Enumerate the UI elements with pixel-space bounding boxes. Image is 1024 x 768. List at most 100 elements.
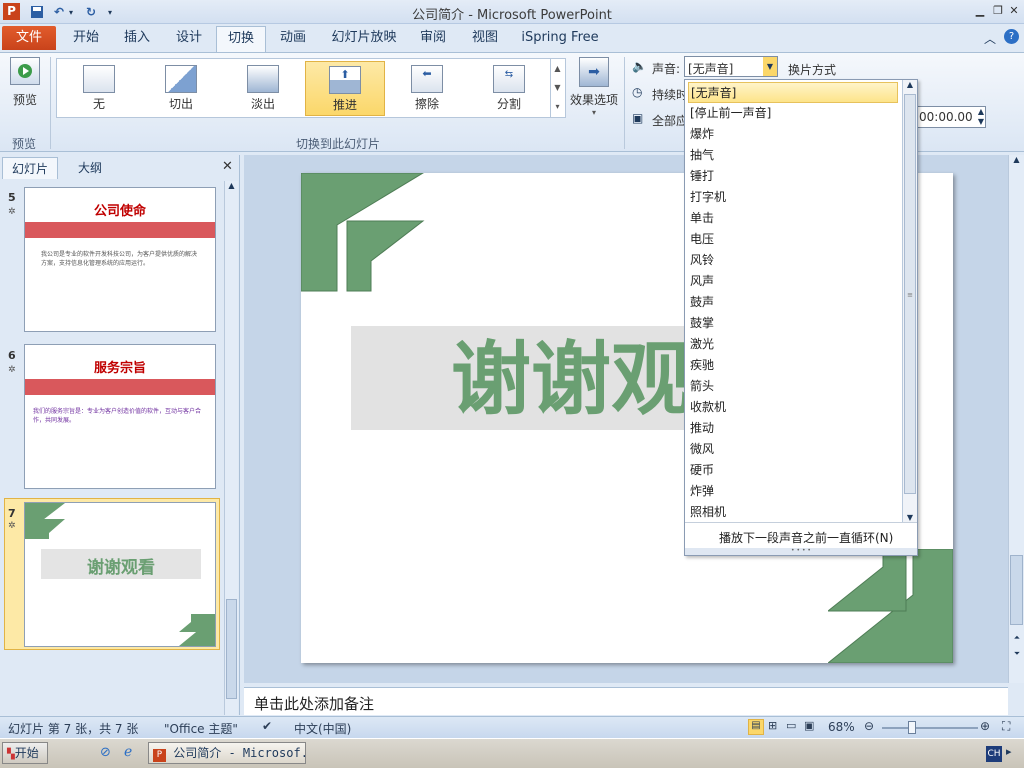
next-slide-icon[interactable]: ⏷ (1009, 649, 1024, 659)
quicklaunch-ie-icon[interactable]: ℯ (124, 744, 132, 760)
tray-icon[interactable]: ▸ (1006, 745, 1012, 758)
gallery-scroll[interactable]: ▲ ▼ ▾ (550, 59, 564, 117)
scroll-thumb[interactable] (226, 599, 237, 699)
effect-options-button[interactable]: ➡ 效果选项 ▾ (568, 57, 620, 127)
split-arrows-icon: ⇆ (504, 69, 514, 80)
tab-design[interactable]: 设计 (168, 28, 210, 50)
slideshow-view-icon[interactable]: ▣ (804, 719, 814, 732)
taskbar: ▚开始 ⊘ ℯ P 公司简介 - Microsof... CH ▸ (0, 738, 1024, 768)
transition-group-label: 切换到此幻灯片 (295, 137, 380, 151)
sound-option[interactable]: 疾驰 (688, 355, 898, 376)
notes-pane[interactable]: 单击此处添加备注 (244, 687, 1008, 715)
tab-transitions[interactable]: 切换 (216, 26, 266, 52)
tab-review[interactable]: 审阅 (412, 28, 454, 50)
close-panel-icon[interactable]: ✕ (222, 159, 233, 174)
slide-thumbnail[interactable]: 服务宗旨 我们的服务宗旨是：专业为客户创造价值的软件，互动与客户合作，共同发展。 (24, 344, 216, 489)
gallery-down-icon[interactable]: ▼ (551, 78, 564, 97)
tab-home[interactable]: 开始 (64, 28, 108, 50)
sound-option[interactable]: 锤打 (688, 166, 898, 187)
zoom-slider-thumb[interactable] (908, 721, 916, 734)
sound-option[interactable]: 单击 (688, 208, 898, 229)
sound-option[interactable]: 箭头 (688, 376, 898, 397)
sound-option[interactable]: 收款机 (688, 397, 898, 418)
spellcheck-icon[interactable]: ✔ (262, 719, 272, 733)
scroll-up-icon[interactable]: ▲ (903, 80, 917, 94)
preview-button[interactable]: 预览 (6, 57, 44, 113)
tab-outline[interactable]: 大纲 (62, 157, 118, 179)
theme-name: "Office 主题" (164, 722, 238, 736)
scroll-up-icon[interactable]: ▲ (1009, 155, 1024, 164)
duration-label: 持续时 (652, 88, 689, 102)
sound-option[interactable]: [无声音] (688, 82, 898, 103)
help-icon[interactable]: ? (1004, 29, 1019, 44)
transition-split-thumbnail: ⇆ (493, 65, 525, 93)
sound-option[interactable]: 风铃 (688, 250, 898, 271)
apply-all-button[interactable]: 全部应 (652, 112, 688, 129)
slide-sorter-icon[interactable]: ⊞ (768, 719, 777, 732)
transition-wipe[interactable]: ⬅ 擦除 (387, 61, 467, 116)
minimize-ribbon-icon[interactable]: ︿ (984, 30, 996, 47)
sound-option[interactable]: 炸弹 (688, 481, 898, 502)
transition-cut[interactable]: 切出 (141, 61, 221, 116)
scroll-up-icon[interactable]: ▲ (225, 181, 238, 190)
tab-ispring[interactable]: iSpring Free (518, 28, 602, 50)
slide-scrollbar[interactable]: ▲ ⏶ ⏷ (1008, 155, 1024, 683)
tab-slides[interactable]: 幻灯片 (2, 157, 58, 179)
scroll-thumb[interactable] (1010, 555, 1023, 625)
sound-option[interactable]: 鼓掌 (688, 313, 898, 334)
sound-option[interactable]: 电压 (688, 229, 898, 250)
after-time-input[interactable]: 00:00.00 ▲ ▼ (914, 106, 986, 128)
sound-option[interactable]: 照相机 (688, 502, 898, 523)
sound-option[interactable]: 爆炸 (688, 124, 898, 145)
gallery-up-icon[interactable]: ▲ (551, 59, 564, 78)
zoom-in-icon[interactable]: ⊕ (980, 719, 990, 733)
sound-select[interactable]: [无声音] ▼ (684, 56, 778, 77)
zoom-out-icon[interactable]: ⊖ (864, 719, 874, 733)
time-spinner-icon[interactable]: ▲ ▼ (978, 107, 984, 127)
sound-option[interactable]: 激光 (688, 334, 898, 355)
quicklaunch-desktop-icon[interactable]: ⊘ (100, 745, 111, 760)
resize-grip[interactable]: • • • • (685, 548, 917, 555)
fit-window-icon[interactable]: ⛶ (1002, 719, 1010, 734)
reading-view-icon[interactable]: ▭ (786, 719, 796, 732)
sound-option[interactable]: 抽气 (688, 145, 898, 166)
zoom-slider[interactable] (882, 727, 978, 729)
restore-icon[interactable]: ❐ (990, 3, 1006, 19)
start-button[interactable]: ▚开始 (2, 742, 48, 764)
ime-indicator[interactable]: CH (986, 746, 1002, 762)
sound-option[interactable]: [停止前一声音] (688, 103, 898, 124)
preview-label: 预览 (12, 93, 37, 107)
transition-none[interactable]: 无 (59, 61, 139, 116)
transition-push[interactable]: ⬆ 推进 (305, 61, 385, 116)
taskbar-powerpoint-task[interactable]: P 公司简介 - Microsof... (148, 742, 306, 764)
tab-slideshow[interactable]: 幻灯片放映 (326, 28, 402, 50)
zoom-level[interactable]: 68% (828, 720, 855, 734)
sound-option[interactable]: 鼓声 (688, 292, 898, 313)
language[interactable]: 中文(中国) (294, 720, 351, 737)
normal-view-icon[interactable]: ▤ (748, 719, 764, 735)
scroll-down-icon[interactable]: ▼ (903, 513, 917, 522)
minimize-icon[interactable]: ▁ (972, 3, 988, 19)
sound-option[interactable]: 推动 (688, 418, 898, 439)
tab-file[interactable]: 文件 (2, 26, 56, 50)
tab-animations[interactable]: 动画 (272, 28, 314, 50)
panel-scrollbar[interactable]: ▲ (224, 181, 238, 715)
gallery-more-icon[interactable]: ▾ (551, 97, 564, 116)
tab-view[interactable]: 视图 (464, 28, 506, 50)
slide-thumbnail[interactable]: 公司使命 我公司是专业的软件开发科技公司，为客户提供优质的解决方案，支持信息化管… (24, 187, 216, 332)
previous-slide-icon[interactable]: ⏶ (1009, 633, 1024, 643)
dropdown-scrollbar[interactable]: ▲ ≡ ▼ (902, 80, 917, 522)
close-icon[interactable]: ✕ (1006, 3, 1022, 19)
tab-insert[interactable]: 插入 (116, 28, 158, 50)
loop-sound-option[interactable]: 播放下一段声音之前一直循环(N) (685, 522, 917, 548)
transition-fade[interactable]: 淡出 (223, 61, 303, 116)
slide-thumbnail[interactable]: 谢谢观看 (24, 502, 216, 647)
sound-option[interactable]: 硬币 (688, 460, 898, 481)
sound-option[interactable]: 微风 (688, 439, 898, 460)
sound-option[interactable]: 打字机 (688, 187, 898, 208)
powerpoint-small-icon: P (153, 749, 166, 762)
sound-option[interactable]: 风声 (688, 271, 898, 292)
scroll-thumb[interactable]: ≡ (904, 94, 916, 494)
transition-split[interactable]: ⇆ 分割 (469, 61, 549, 116)
sound-select-arrow-icon[interactable]: ▼ (763, 57, 777, 76)
